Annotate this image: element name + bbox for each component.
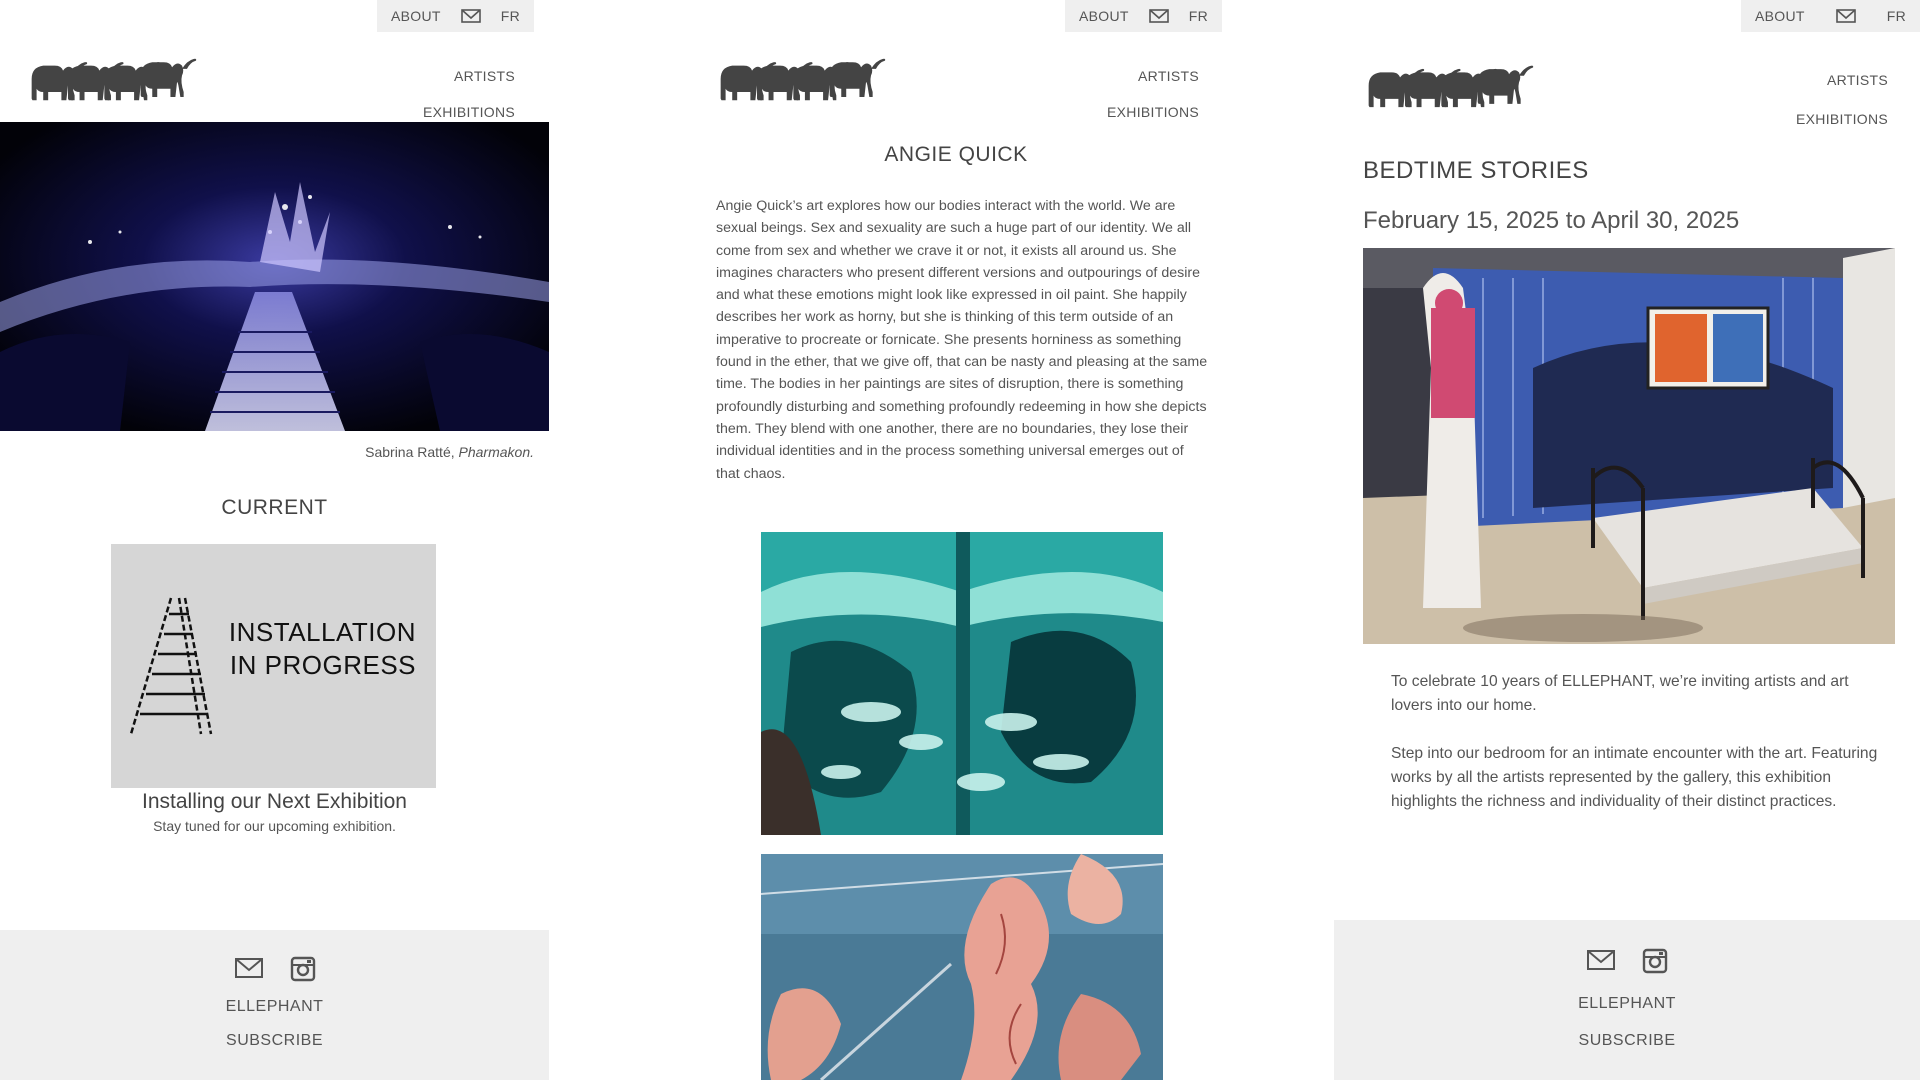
top-bar: ABOUT FR <box>377 0 534 32</box>
installation-card[interactable]: INSTALLATION IN PROGRESS <box>111 544 436 788</box>
elephant-logo[interactable] <box>1367 49 1557 119</box>
mail-icon[interactable] <box>460 8 481 24</box>
exhibition-panel: ABOUT FR ARTISTS EXHIBITIONS BEDTIME STO… <box>1334 0 1920 1080</box>
exhibition-dates: February 15, 2025 to April 30, 2025 <box>1363 207 1740 234</box>
language-link[interactable]: FR <box>1189 8 1208 24</box>
footer-icons <box>1334 948 1920 974</box>
footer-brand[interactable]: ELLEPHANT <box>0 998 549 1016</box>
elephant-logo[interactable] <box>30 47 220 109</box>
home-panel: ABOUT FR ARTISTS EXHIBITIONS Sabrina Rat… <box>0 0 549 1080</box>
mail-icon[interactable] <box>234 956 264 980</box>
nav-exhibitions[interactable]: EXHIBITIONS <box>1107 94 1199 130</box>
mail-icon[interactable] <box>1835 8 1856 24</box>
footer-icons <box>0 956 549 982</box>
footer-subscribe[interactable]: SUBSCRIBE <box>0 1032 549 1050</box>
main-nav: ARTISTS EXHIBITIONS <box>1107 58 1199 130</box>
main-nav: ARTISTS EXHIBITIONS <box>1796 61 1888 139</box>
about-link[interactable]: ABOUT <box>1755 8 1805 24</box>
artist-panel: ABOUT FR ARTISTS EXHIBITIONS ANGIE QUICK… <box>689 0 1223 1080</box>
about-link[interactable]: ABOUT <box>1079 8 1129 24</box>
nav-artists[interactable]: ARTISTS <box>1107 58 1199 94</box>
exhibition-paragraph-2: Step into our bedroom for an intimate en… <box>1391 745 1878 810</box>
exhibition-paragraph-1: To celebrate 10 years of ELLEPHANT, we’r… <box>1391 673 1849 714</box>
current-heading: CURRENT <box>221 496 328 519</box>
exhibition-title: BEDTIME STORIES <box>1363 157 1589 184</box>
footer: ELLEPHANT SUBSCRIBE <box>1334 920 1920 1080</box>
exhibition-photo[interactable] <box>1363 248 1895 644</box>
about-link[interactable]: ABOUT <box>391 8 441 24</box>
top-bar: ABOUT FR <box>1065 0 1222 32</box>
caption-work: Pharmakon. <box>458 444 534 460</box>
mail-icon[interactable] <box>1586 948 1616 972</box>
main-nav: ARTISTS EXHIBITIONS <box>423 58 515 130</box>
installation-line1: INSTALLATION <box>228 617 416 647</box>
exhibition-card-title[interactable]: Installing our Next Exhibition <box>0 790 549 814</box>
top-bar: ABOUT FR <box>1741 0 1920 32</box>
artwork-image-1[interactable] <box>761 532 1163 835</box>
footer-brand[interactable]: ELLEPHANT <box>1334 995 1920 1013</box>
nav-artists[interactable]: ARTISTS <box>1796 61 1888 100</box>
artwork-image-2[interactable] <box>761 854 1163 1080</box>
footer-subscribe[interactable]: SUBSCRIBE <box>1334 1032 1920 1050</box>
artist-name: ANGIE QUICK <box>884 143 1028 166</box>
installation-line2: IN PROGRESS <box>229 650 416 680</box>
hero-caption: Sabrina Ratté, Pharmakon. <box>365 444 534 460</box>
caption-artist: Sabrina Ratté, <box>365 444 455 460</box>
instagram-icon[interactable] <box>1642 948 1668 974</box>
footer: ELLEPHANT SUBSCRIBE <box>0 930 549 1080</box>
instagram-icon[interactable] <box>290 956 316 982</box>
nav-artists[interactable]: ARTISTS <box>423 58 515 94</box>
language-link[interactable]: FR <box>1887 8 1906 24</box>
language-link[interactable]: FR <box>501 8 520 24</box>
nav-exhibitions[interactable]: EXHIBITIONS <box>1796 100 1888 139</box>
ladder-icon <box>129 597 213 735</box>
exhibition-card-subtitle: Stay tuned for our upcoming exhibition. <box>153 818 396 834</box>
elephant-logo[interactable] <box>719 47 909 109</box>
installation-text: INSTALLATION IN PROGRESS <box>229 616 416 682</box>
mail-icon[interactable] <box>1148 8 1169 24</box>
hero-image[interactable] <box>0 122 549 431</box>
artist-bio: Angie Quick’s art explores how our bodie… <box>716 198 1208 482</box>
